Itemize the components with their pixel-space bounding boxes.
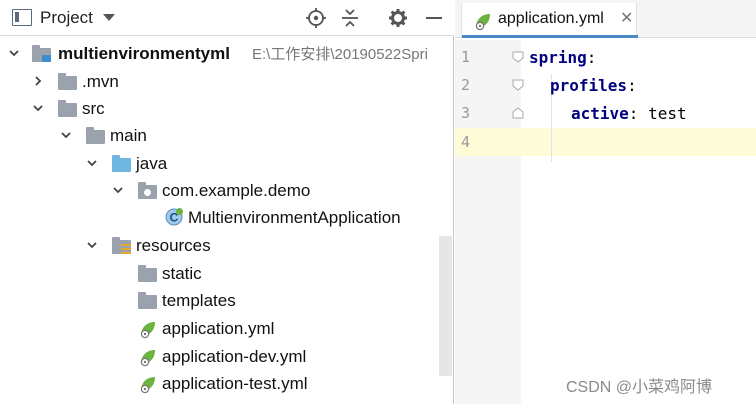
line-number: 4 — [461, 133, 471, 151]
project-panel-icon — [12, 9, 32, 26]
line-number: 3 — [461, 104, 471, 122]
tree-label-resources: resources — [136, 236, 211, 255]
project-panel-header: Project — [0, 0, 454, 36]
tree-label-app-class: MultienvironmentApplication — [188, 208, 401, 227]
tree-node-app-class[interactable]: C MultienvironmentApplication — [0, 204, 440, 231]
tree-node-resources[interactable]: resources — [0, 232, 440, 259]
watermark: CSDN @小菜鸡阿博 — [566, 379, 713, 396]
editor-gutter — [455, 40, 521, 404]
chevron-right-icon[interactable] — [32, 75, 44, 87]
folder-icon — [138, 292, 157, 309]
tree-node-package[interactable]: com.example.demo — [0, 177, 440, 204]
tree-node-root[interactable]: multienvironmentyml E:\工作安排\20190522Spri — [0, 40, 440, 67]
editor-panel: application.yml ✕ 1 2 3 4 spring: profil… — [455, 0, 756, 404]
tree-label-mvn: .mvn — [82, 72, 119, 91]
code-line-2: profiles: — [550, 76, 637, 96]
line-number: 1 — [461, 48, 471, 66]
spring-boot-class-icon: C — [165, 208, 183, 226]
tree-label-main: main — [110, 126, 147, 145]
close-icon[interactable]: ✕ — [620, 10, 633, 28]
tree-node-java[interactable]: java — [0, 150, 440, 177]
yaml-key: profiles — [550, 76, 628, 95]
gear-icon[interactable] — [388, 8, 408, 28]
source-folder-icon — [112, 155, 131, 172]
chevron-down-icon[interactable] — [8, 47, 20, 59]
project-view-selector[interactable]: Project — [12, 8, 115, 28]
yaml-value: test — [638, 104, 687, 123]
editor-tab-bar: application.yml ✕ — [455, 0, 756, 38]
package-icon — [138, 182, 157, 199]
chevron-down-icon[interactable] — [86, 239, 98, 251]
chevron-down-icon[interactable] — [112, 184, 124, 196]
tree-node-templates[interactable]: templates — [0, 287, 440, 314]
project-tree: multienvironmentyml E:\工作安排\20190522Spri… — [0, 38, 454, 404]
tree-label-package: com.example.demo — [162, 181, 311, 200]
code-editor[interactable]: spring: profiles: active: test — [521, 40, 756, 404]
code-line-3: active: test — [571, 104, 687, 124]
chevron-down-icon[interactable] — [86, 157, 98, 169]
resources-folder-icon — [112, 237, 131, 254]
chevron-down-icon[interactable] — [60, 129, 72, 141]
tab-label: application.yml — [498, 10, 604, 27]
chevron-down-icon[interactable] — [102, 14, 115, 21]
root-module-path: E:\工作安排\20190522Spri — [252, 46, 428, 63]
line-number: 2 — [461, 76, 471, 94]
folder-icon — [86, 127, 105, 144]
tree-label-application-dev-yml: application-dev.yml — [162, 347, 307, 366]
tree-scrollbar[interactable] — [439, 236, 452, 376]
spring-yml-icon — [140, 322, 155, 339]
project-panel-title: Project — [40, 7, 93, 27]
module-icon — [32, 45, 51, 62]
root-module-name: multienvironmentyml — [58, 44, 230, 63]
tree-node-application-test-yml[interactable]: application-test.yml — [0, 370, 440, 397]
tree-label-application-test-yml: application-test.yml — [162, 374, 308, 393]
yaml-colon: : — [627, 76, 637, 95]
minimize-icon[interactable] — [424, 8, 444, 28]
yaml-key: spring — [529, 48, 587, 67]
tab-application-yml[interactable]: application.yml ✕ — [461, 3, 638, 38]
tree-node-main[interactable]: main — [0, 122, 440, 149]
tree-node-mvn[interactable]: .mvn — [0, 68, 440, 95]
yaml-colon: : — [628, 104, 639, 123]
chevron-down-icon[interactable] — [32, 102, 44, 114]
folder-icon — [58, 73, 77, 90]
locate-icon[interactable] — [306, 8, 326, 28]
folder-icon — [58, 100, 77, 117]
tree-node-static[interactable]: static — [0, 260, 440, 287]
collapse-all-icon[interactable] — [340, 8, 360, 28]
project-tool-window: Project multienvironmentyml E:\工作安排\2019… — [0, 0, 454, 404]
tree-node-application-dev-yml[interactable]: application-dev.yml — [0, 343, 440, 370]
spring-yml-icon — [140, 350, 155, 367]
yaml-colon: : — [586, 48, 597, 67]
tree-node-application-yml[interactable]: application.yml — [0, 315, 440, 342]
tree-label-application-yml: application.yml — [162, 319, 275, 338]
tree-label-static: static — [162, 264, 202, 283]
indent-guide — [551, 128, 552, 156]
spring-yml-icon — [140, 377, 155, 394]
code-line-1: spring: — [529, 48, 596, 68]
tree-label-templates: templates — [162, 291, 236, 310]
tree-node-src[interactable]: src — [0, 95, 440, 122]
spring-yml-icon — [475, 14, 490, 31]
tree-label-java: java — [136, 154, 168, 173]
yaml-key: active — [571, 104, 629, 123]
folder-icon — [138, 265, 157, 282]
tree-label-src: src — [82, 99, 105, 118]
